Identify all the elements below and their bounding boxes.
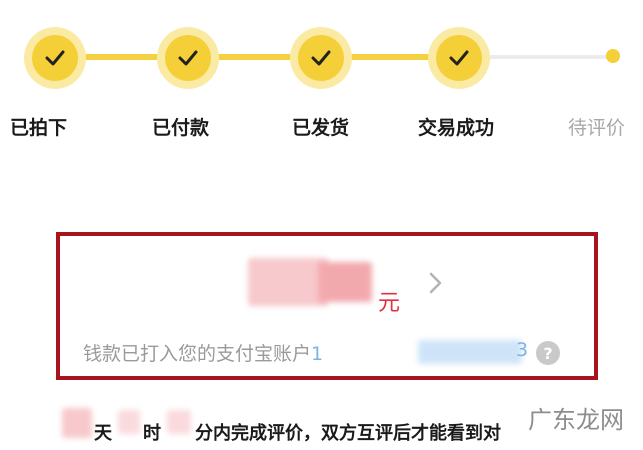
redacted-days xyxy=(62,408,92,438)
redacted-account xyxy=(418,340,522,364)
redacted-amount xyxy=(248,258,328,306)
step-label: 已发货 xyxy=(292,117,350,139)
account-suffix: 3 xyxy=(516,339,529,361)
redacted-hours xyxy=(118,410,140,434)
progress-track-completed xyxy=(50,54,460,60)
step-4-done-indicator xyxy=(428,27,490,89)
step-label-pending: 待评价 xyxy=(568,117,626,139)
unit-day: 天 xyxy=(94,423,112,444)
step-5-pending-dot xyxy=(606,49,620,63)
check-icon xyxy=(45,50,65,66)
watermark: 广东龙网 xyxy=(528,406,624,434)
step-3-done-indicator xyxy=(290,27,352,89)
step-1-done-indicator xyxy=(24,27,86,89)
account-prefix: 1 xyxy=(311,343,324,365)
help-icon[interactable]: ? xyxy=(536,341,560,365)
check-icon xyxy=(449,50,469,66)
chevron-right-icon[interactable] xyxy=(428,272,444,294)
unit-hour: 时 xyxy=(143,423,161,444)
account-info-line: 钱款已打入您的支付宝账户1 xyxy=(83,339,323,366)
redacted-amount xyxy=(318,262,372,302)
step-2-done-indicator xyxy=(157,27,219,89)
redacted-minutes xyxy=(167,410,191,434)
check-icon xyxy=(178,50,198,66)
account-info-text: 钱款已打入您的支付宝账户 xyxy=(83,343,312,365)
amount-unit: 元 xyxy=(378,291,401,316)
step-label: 已拍下 xyxy=(10,117,68,139)
step-label: 交易成功 xyxy=(418,117,495,139)
review-deadline-text: 分内完成评价，双方互评后才能看到对 xyxy=(195,423,501,444)
step-label: 已付款 xyxy=(152,117,210,139)
check-icon xyxy=(311,50,331,66)
